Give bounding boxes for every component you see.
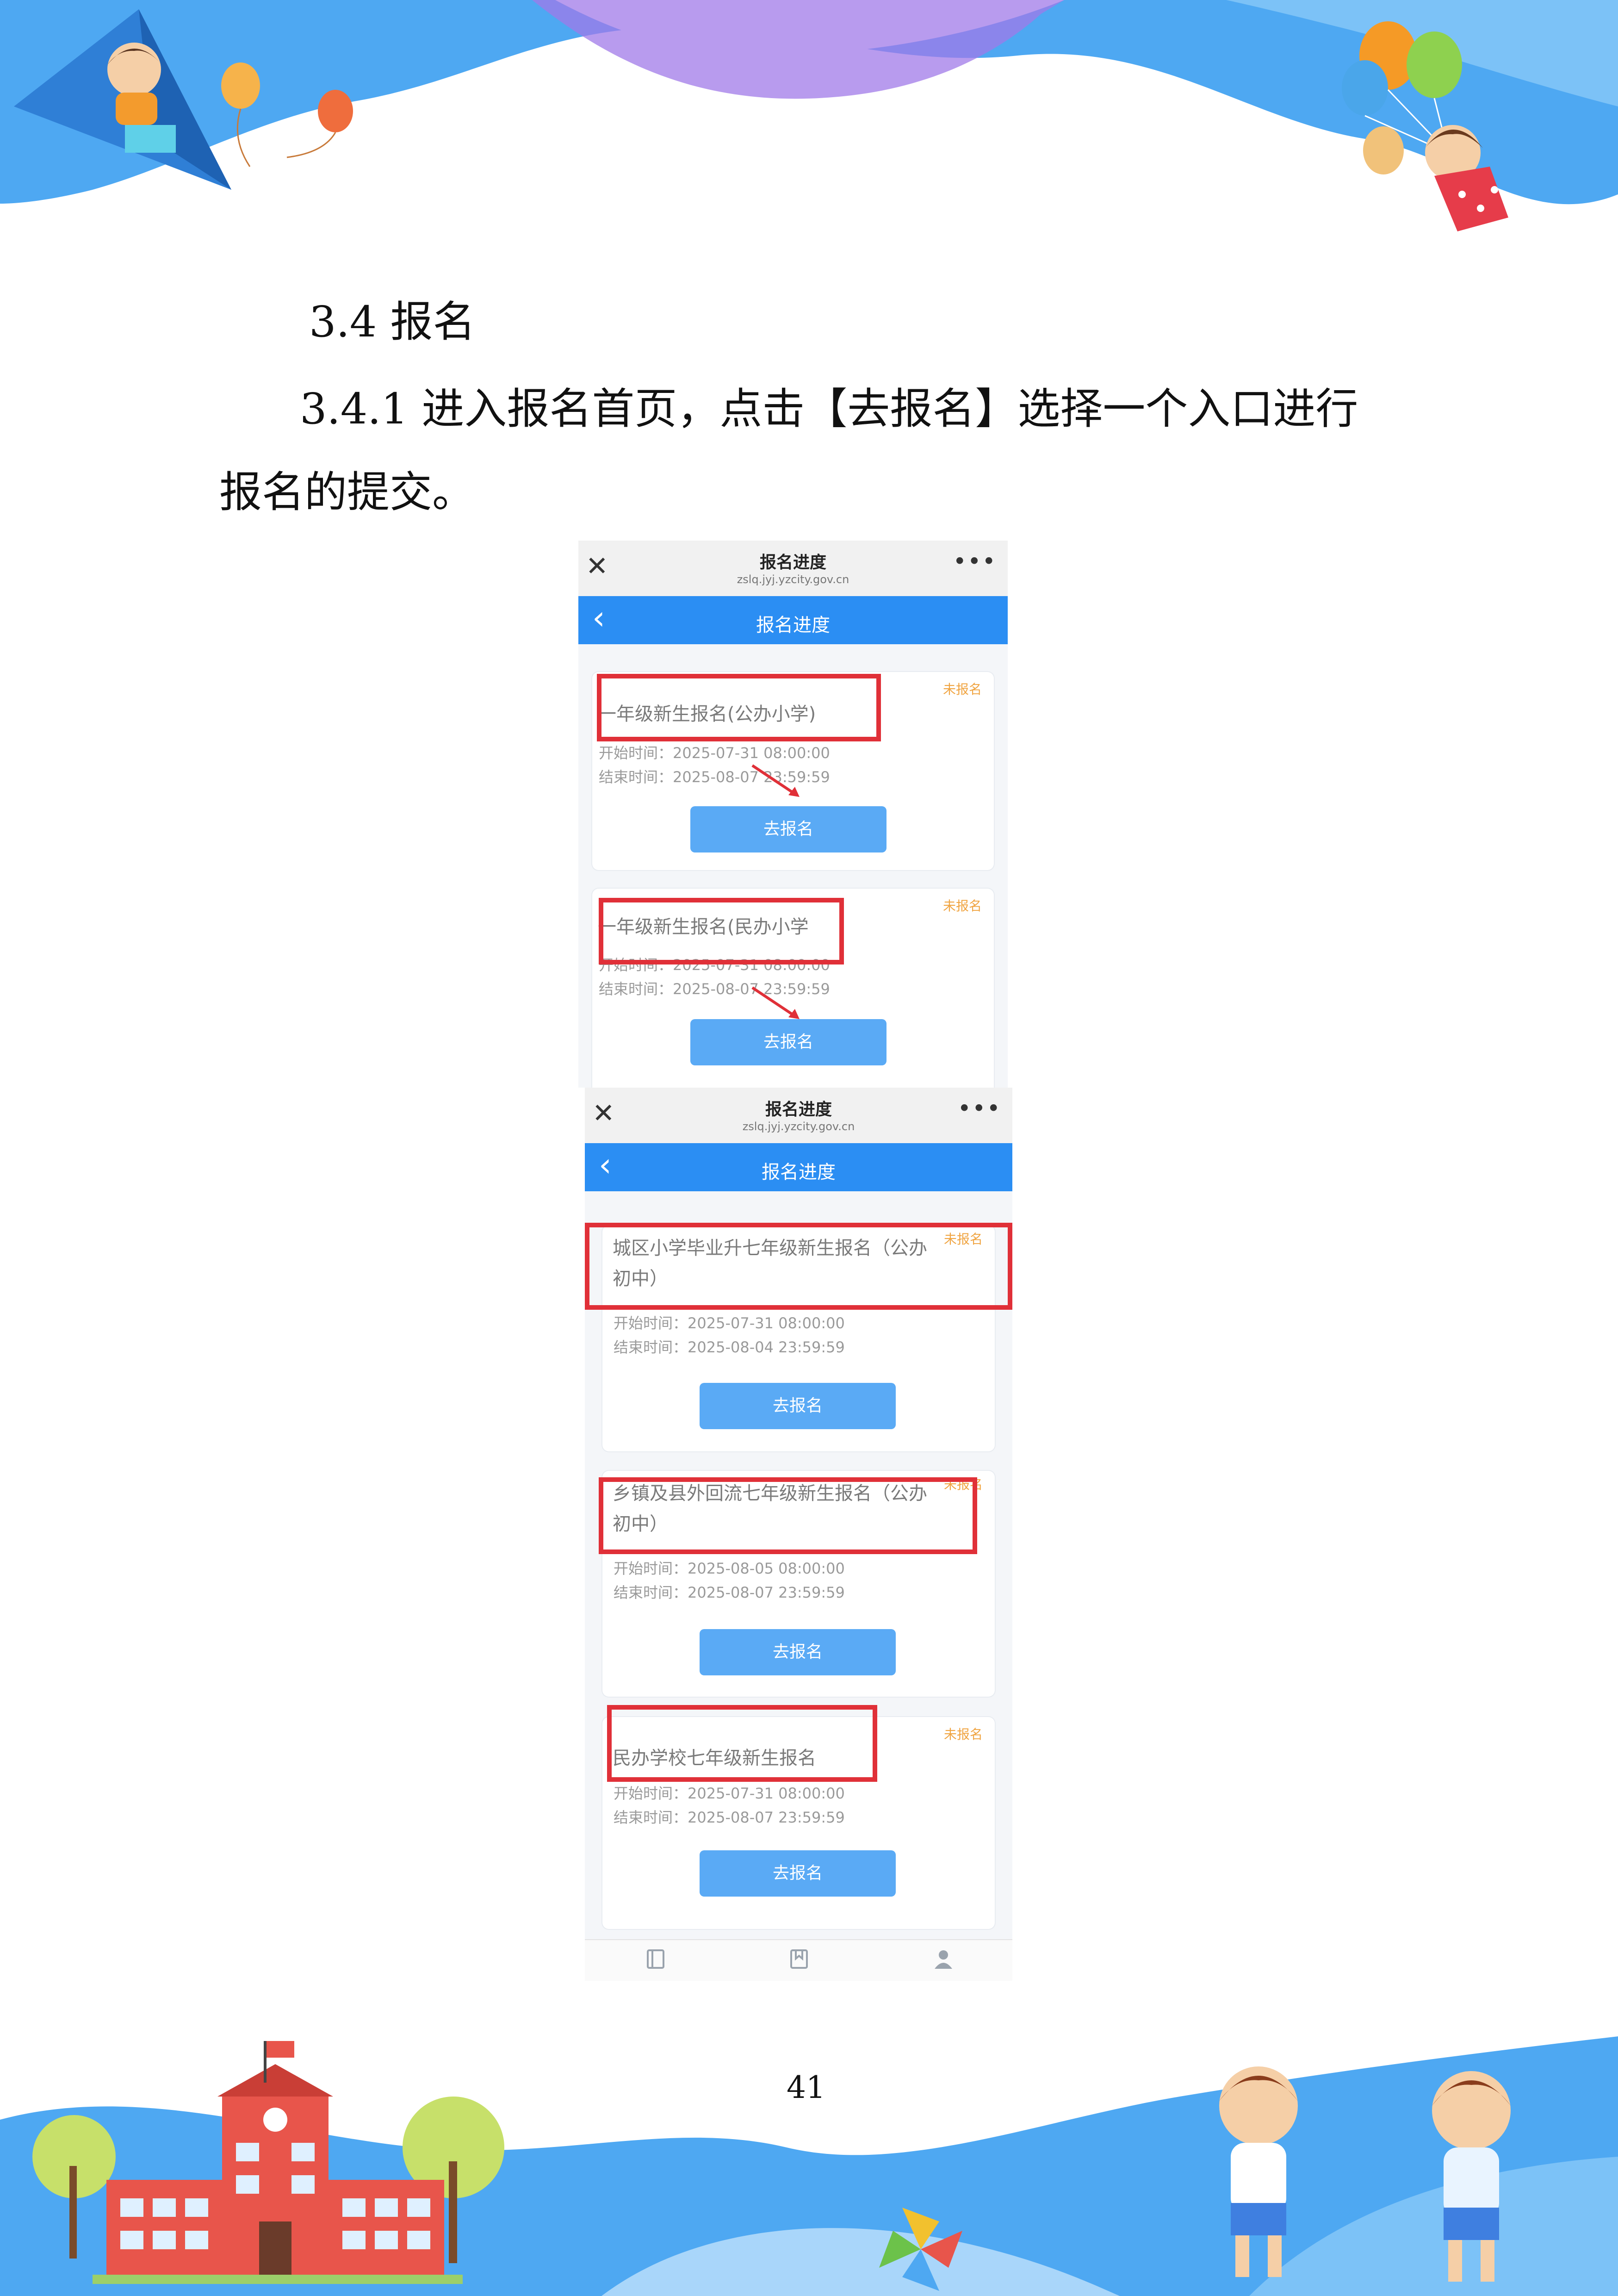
go-register-button[interactable]: 去报名 (690, 1019, 886, 1065)
balloon-icon (318, 90, 353, 132)
flag-icon (267, 2041, 294, 2058)
paragraph-line-1: 3.4.1 进入报名首页，点击【去报名】选择一个入口进行 (300, 384, 1358, 434)
status-badge: 未报名 (942, 682, 982, 697)
balloon-icon (1363, 126, 1404, 174)
gift-box-icon (125, 125, 176, 153)
phone-screenshot-1: ✕ 报名进度 zslq.jyj.yzcity.gov.cn ••• ‹ 报名进度… (578, 541, 1008, 1088)
highlight-box (607, 1705, 877, 1782)
highlight-box (585, 1223, 1012, 1310)
wechat-title: 报名进度 (759, 553, 826, 572)
go-register-button[interactable]: 去报名 (700, 1629, 896, 1675)
status-badge: 未报名 (942, 898, 982, 914)
tab-user-icon[interactable] (933, 1948, 954, 1970)
start-time: 开始时间：2025-07-31 08:00:00 (614, 1314, 845, 1332)
end-time: 结束时间：2025-08-07 23:59:59 (614, 1584, 845, 1601)
footer-decoration (0, 2036, 1618, 2296)
arrow-icon (751, 986, 800, 1019)
end-time: 结束时间：2025-08-04 23:59:59 (614, 1338, 845, 1356)
wechat-url: zslq.jyj.yzcity.gov.cn (737, 573, 849, 586)
section-heading: 3.4 报名 (309, 297, 476, 347)
wechat-title-bar: ✕ 报名进度 zslq.jyj.yzcity.gov.cn ••• (578, 541, 1008, 597)
more-icon[interactable]: ••• (953, 550, 997, 573)
header-decoration (0, 0, 1618, 231)
status-badge: 未报名 (943, 1727, 983, 1742)
go-register-button[interactable]: 去报名 (690, 806, 886, 852)
wechat-title-bar: ✕ 报名进度 zslq.jyj.yzcity.gov.cn ••• (585, 1088, 1012, 1144)
balloon-icon (1407, 31, 1462, 98)
start-time: 开始时间：2025-07-31 08:00:00 (599, 744, 830, 762)
end-time: 结束时间：2025-08-07 23:59:59 (614, 1809, 845, 1826)
header-wave-purple (532, 0, 1064, 99)
page-number: 41 (787, 2070, 825, 2105)
highlight-box (597, 674, 881, 741)
paragraph-line-2: 报名的提交。 (219, 467, 475, 517)
more-icon[interactable]: ••• (958, 1097, 1001, 1120)
wechat-url: zslq.jyj.yzcity.gov.cn (742, 1120, 855, 1133)
nav-title: 报名进度 (756, 615, 830, 636)
tab-bookmark-icon[interactable] (788, 1948, 810, 1970)
nav-title: 报名进度 (762, 1162, 836, 1183)
arrow-icon (751, 764, 800, 797)
start-time: 开始时间：2025-08-05 08:00:00 (614, 1560, 845, 1577)
tab-book-icon[interactable] (645, 1948, 666, 1970)
go-register-button[interactable]: 去报名 (700, 1383, 896, 1429)
nav-bar: ‹ 报名进度 (585, 1143, 1012, 1191)
highlight-box (599, 898, 844, 964)
start-time: 开始时间：2025-07-31 08:00:00 (614, 1785, 845, 1802)
balloon-icon (1342, 60, 1388, 116)
go-register-button[interactable]: 去报名 (700, 1850, 896, 1897)
wechat-title: 报名进度 (765, 1100, 832, 1119)
balloon-icon (221, 62, 260, 109)
nav-bar: ‹ 报名进度 (578, 596, 1008, 644)
phone-screenshot-2: ✕ 报名进度 zslq.jyj.yzcity.gov.cn ••• ‹ 报名进度… (585, 1088, 1012, 1981)
highlight-box (599, 1477, 977, 1554)
bottom-tab-bar (585, 1939, 1012, 1981)
